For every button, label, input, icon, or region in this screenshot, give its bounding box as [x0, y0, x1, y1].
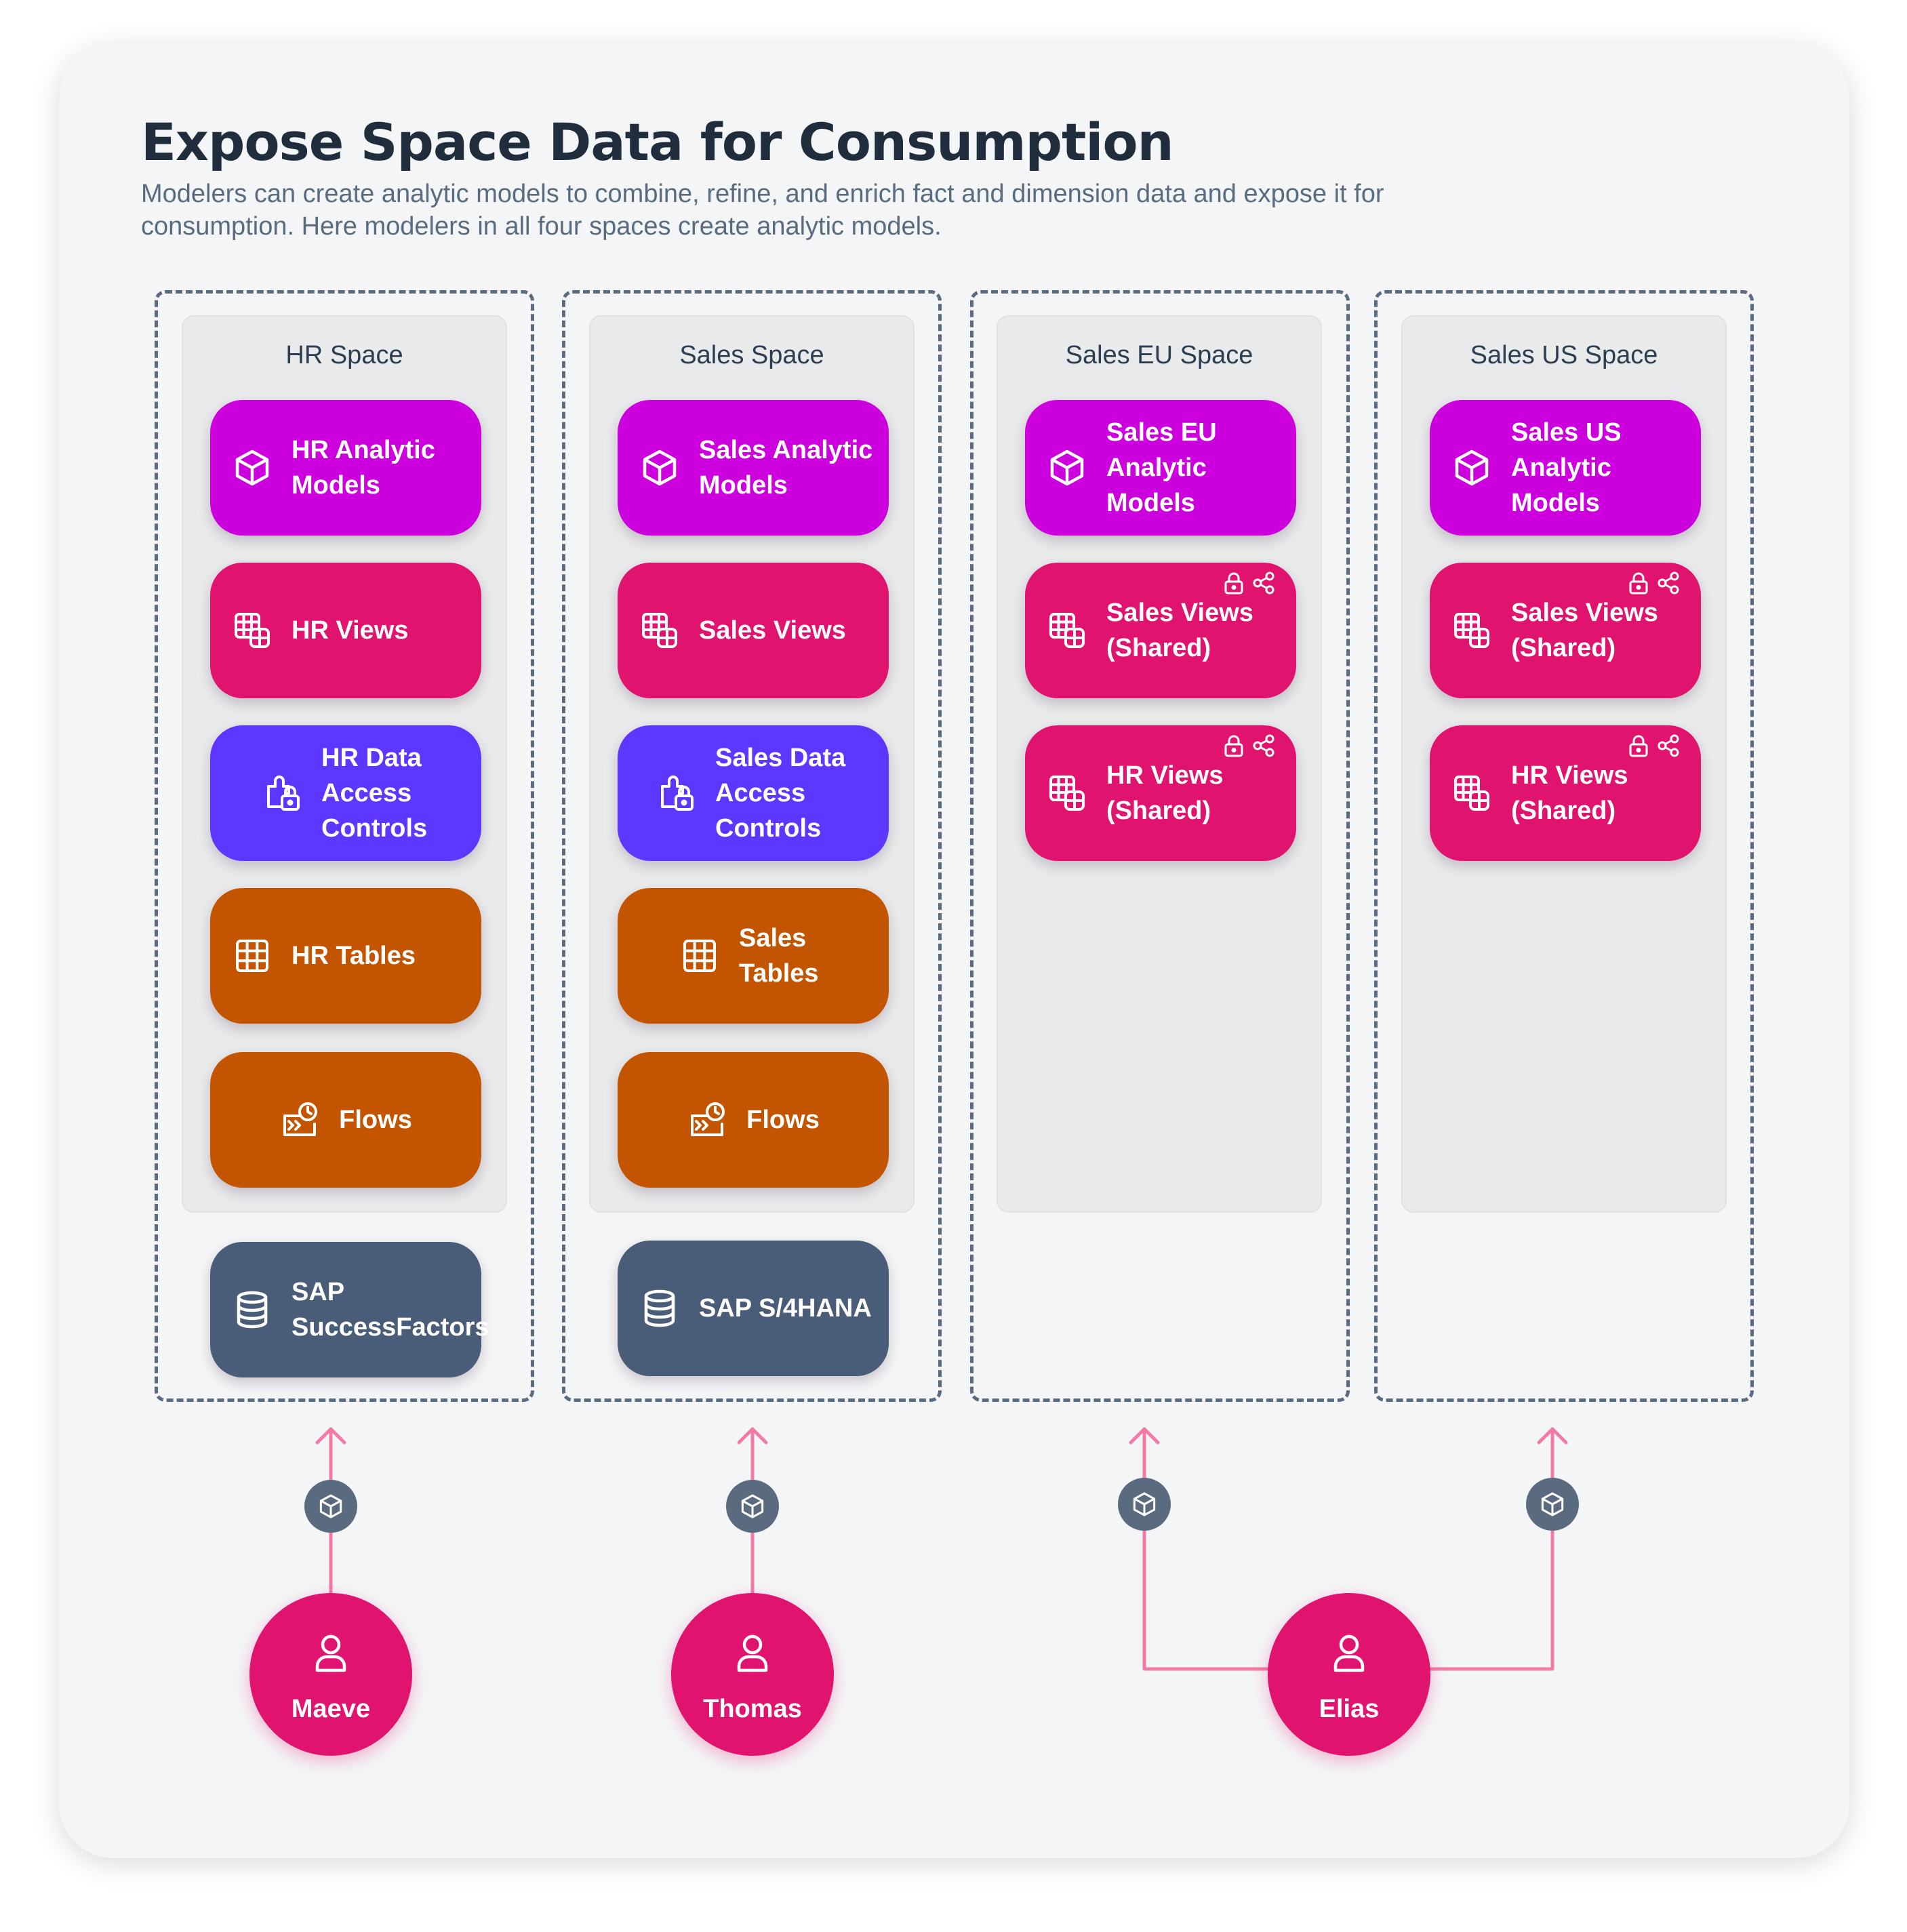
analytic-model-connector-node [726, 1480, 779, 1533]
analytic-model-connector-node [1118, 1478, 1171, 1531]
user-maeve[interactable]: Maeve [249, 1593, 412, 1756]
user-icon [314, 1632, 348, 1673]
user-icon [1332, 1632, 1366, 1673]
user-name: Elias [1319, 1695, 1380, 1723]
user-icon [736, 1632, 769, 1673]
cube-icon [1133, 1492, 1156, 1516]
user-name: Maeve [291, 1695, 371, 1723]
analytic-model-connector-node [1526, 1478, 1579, 1531]
analytic-model-connector-node [304, 1480, 357, 1533]
user-elias[interactable]: Elias [1268, 1593, 1430, 1756]
user-name: Thomas [703, 1695, 802, 1723]
cube-icon [741, 1494, 764, 1518]
user-thomas[interactable]: Thomas [671, 1593, 834, 1756]
cube-icon [319, 1494, 342, 1518]
cube-icon [1541, 1492, 1564, 1516]
